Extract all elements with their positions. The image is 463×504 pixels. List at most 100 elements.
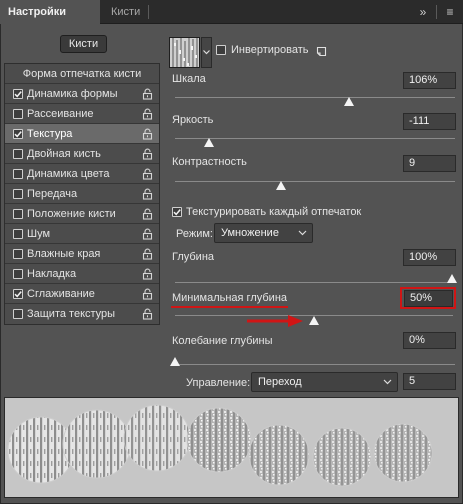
brightness-value-field[interactable]: -111 [403,113,456,130]
option-checkbox[interactable] [13,269,23,279]
option-checkbox[interactable] [13,169,23,179]
option-checkbox[interactable] [13,129,23,139]
chevron-down-icon [298,230,307,236]
option-label: Текстура [27,128,73,140]
contrast-slider-track[interactable] [175,181,455,182]
arrow-right-icon [247,315,303,327]
scale-slider-track[interactable] [175,97,455,98]
lock-icon[interactable] [142,228,153,240]
highlight-underline [171,306,288,308]
texture-each-tip-label: Текстурировать каждый отпечаток [186,206,362,218]
depth-slider-track[interactable] [175,282,452,283]
lock-icon[interactable] [142,248,153,260]
option-checkbox[interactable] [13,149,23,159]
option-row[interactable]: Сглаживание [5,284,159,304]
chevron-down-icon [383,379,392,385]
option-checkbox[interactable] [13,109,23,119]
scale-label: Шкала [172,73,206,85]
scale-slider-thumb[interactable] [343,97,354,106]
depth-jitter-slider-thumb[interactable] [170,357,180,366]
contrast-slider-thumb[interactable] [276,181,287,190]
min-depth-label: Минимальная глубина [172,292,288,304]
chevron-down-icon [203,50,210,55]
depth-jitter-slider-track[interactable] [175,364,455,365]
option-row[interactable]: Накладка [5,264,159,284]
contrast-label: Контрастность [172,156,247,168]
option-checkbox[interactable] [13,209,23,219]
option-checkbox[interactable] [13,309,23,319]
lock-icon[interactable] [142,308,153,320]
brushes-button[interactable]: Кисти [60,35,107,53]
texture-dropdown-button[interactable] [201,37,212,68]
control-steps-field[interactable]: 5 [403,373,456,390]
texture-each-tip-checkbox[interactable]: Текстурировать каждый отпечаток [172,205,361,219]
option-label: Сглаживание [27,288,95,300]
brightness-slider-thumb[interactable] [203,138,214,147]
option-row[interactable]: Защита текстуры [5,304,159,324]
option-label: Рассеивание [27,108,94,120]
option-checkbox[interactable] [13,189,23,199]
option-row[interactable]: Текстура [5,124,159,144]
mode-select[interactable]: Умножение [214,223,313,243]
depth-label: Глубина [172,251,215,263]
mode-label: Режим: [176,228,213,240]
brush-options-list: Форма отпечатка кисти Динамика формы Рассе… [4,63,160,325]
checkmark-icon [14,91,22,98]
lock-icon[interactable] [142,288,153,300]
mode-value: Умножение [221,227,279,239]
option-label: Положение кисти [27,208,116,220]
depth-slider-thumb[interactable] [447,274,457,283]
highlight-frame [400,287,456,309]
tab-brushes[interactable]: Кисти [103,0,148,24]
brightness-label: Яркость [172,114,214,126]
min-depth-slider-thumb[interactable] [309,316,319,325]
checkbox-box [216,45,226,55]
option-row[interactable]: Шум [5,224,159,244]
option-row[interactable]: Динамика цвета [5,164,159,184]
brush-stroke-preview [4,397,459,498]
option-label: Форма отпечатка кисти [22,68,142,80]
lock-icon[interactable] [142,208,153,220]
depth-value-field[interactable]: 100% [403,249,456,266]
option-checkbox[interactable] [13,229,23,239]
lock-icon[interactable] [142,88,153,100]
tab-brush-settings[interactable]: Настройки кисти [0,0,100,42]
checkbox-box [172,207,182,217]
tab-strip: Настройки кисти Кисти » ≡ [0,0,463,42]
option-brush-tip-shape[interactable]: Форма отпечатка кисти [5,64,159,84]
option-row[interactable]: Влажные края [5,244,159,264]
lock-icon[interactable] [142,268,153,280]
tab-divider [148,5,149,19]
option-checkbox[interactable] [13,89,23,99]
option-row[interactable]: Рассеивание [5,104,159,124]
texture-pattern-swatch[interactable] [169,37,200,68]
new-preset-icon[interactable] [316,46,327,57]
lock-icon[interactable] [142,128,153,140]
option-row[interactable]: Положение кисти [5,204,159,224]
lock-icon[interactable] [142,108,153,120]
option-row[interactable]: Динамика формы [5,84,159,104]
collapse-panel-icon[interactable]: » [414,0,432,24]
lock-icon[interactable] [142,148,153,160]
option-label: Шум [27,228,51,240]
stroke-preview-graphic [5,398,458,497]
invert-checkbox[interactable]: Инвертировать [216,43,308,57]
option-label: Накладка [27,268,77,280]
option-checkbox[interactable] [13,289,23,299]
contrast-value-field[interactable]: 9 [403,155,456,172]
depth-jitter-label: Колебание глубины [172,335,273,347]
lock-icon[interactable] [142,188,153,200]
option-row[interactable]: Двойная кисть [5,144,159,164]
control-label: Управление: [186,377,251,389]
control-select[interactable]: Переход [251,372,398,392]
option-row[interactable]: Передача [5,184,159,204]
lock-icon[interactable] [142,168,153,180]
option-checkbox[interactable] [13,249,23,259]
depth-jitter-value-field[interactable]: 0% [403,332,456,349]
brightness-slider-track[interactable] [175,138,455,139]
panel-menu-icon[interactable]: ≡ [440,0,460,24]
tab-divider [436,5,437,19]
option-label: Двойная кисть [27,148,101,160]
scale-value-field[interactable]: 106% [403,72,456,89]
checkmark-icon [14,131,22,138]
